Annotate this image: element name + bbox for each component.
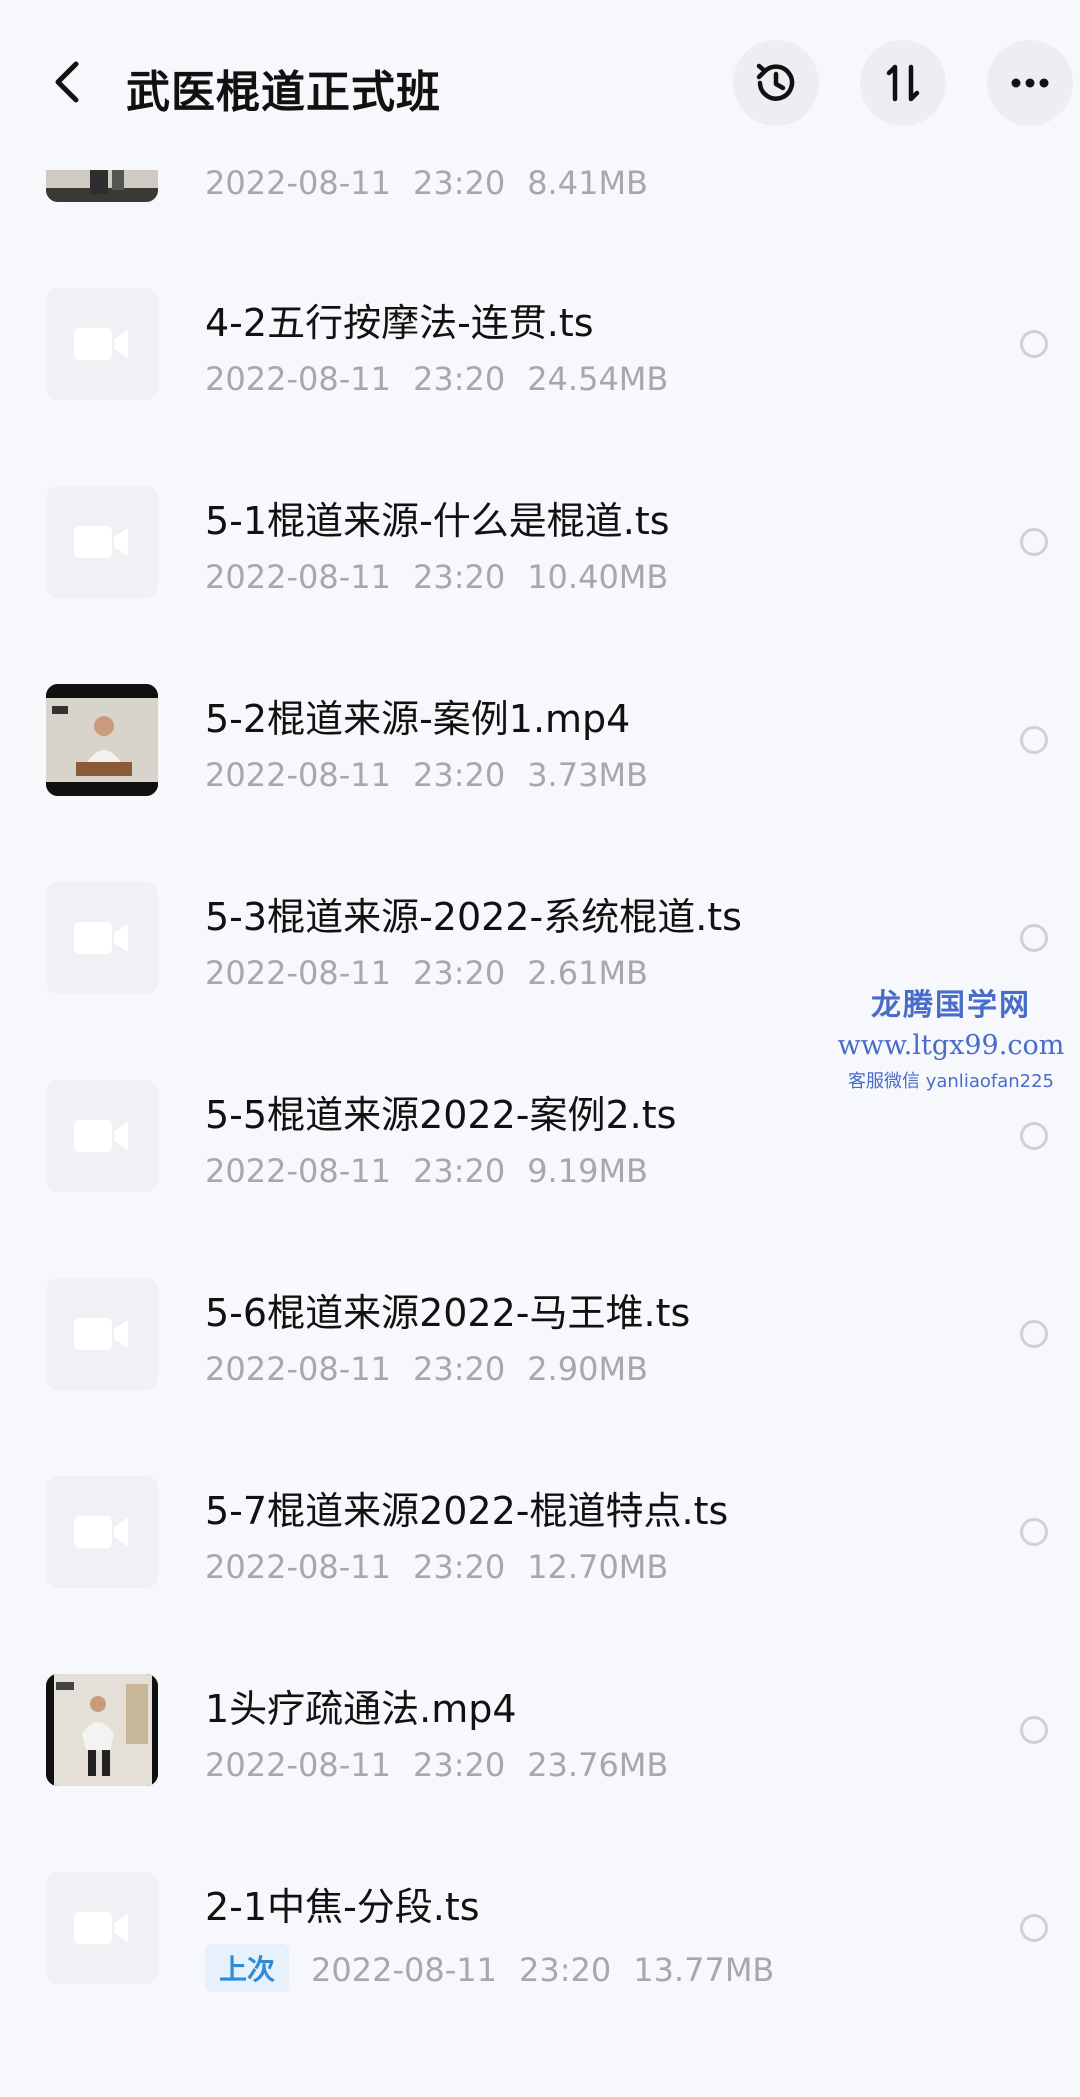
video-camera-icon bbox=[74, 1516, 128, 1548]
video-camera-icon bbox=[74, 1318, 128, 1350]
history-button[interactable] bbox=[733, 40, 819, 126]
file-meta: 2022-08-11 23:20 10.40MB bbox=[205, 558, 669, 596]
select-radio[interactable] bbox=[1020, 924, 1048, 952]
watermark: 龙腾国学网 www.ltgx99.com 客服微信 yanliaofan225 bbox=[826, 980, 1076, 1093]
more-dots-icon bbox=[1011, 78, 1049, 88]
list-item[interactable]: 4-2五行按摩法-连贯.ts 2022-08-11 23:20 24.54MB bbox=[0, 280, 1080, 478]
select-radio[interactable] bbox=[1020, 726, 1048, 754]
list-item[interactable]: 1头疗疏通法.mp4 2022-08-11 23:20 23.76MB bbox=[0, 1666, 1080, 1864]
back-button[interactable] bbox=[38, 52, 98, 112]
video-camera-icon bbox=[74, 328, 128, 360]
file-name: 4-2五行按摩法-连贯.ts bbox=[205, 301, 594, 345]
select-radio[interactable] bbox=[1020, 1122, 1048, 1150]
file-name: 5-2棍道来源-案例1.mp4 bbox=[205, 697, 631, 741]
file-name: 2-1中焦-分段.ts bbox=[205, 1885, 480, 1929]
list-item[interactable]: 5-5棍道来源2022-案例2.ts 2022-08-11 23:20 9.19MB bbox=[0, 1072, 1080, 1270]
file-meta: 上次 2022-08-11 23:20 13.77MB bbox=[205, 1944, 796, 1992]
select-radio[interactable] bbox=[1020, 1914, 1048, 1942]
watermark-contact: 客服微信 yanliaofan225 bbox=[848, 1071, 1054, 1092]
video-thumbnail bbox=[46, 1080, 158, 1192]
last-played-badge: 上次 bbox=[205, 1944, 290, 1992]
file-name: 1头疗疏通法.mp4 bbox=[205, 1687, 517, 1731]
video-thumbnail bbox=[46, 288, 158, 400]
video-thumbnail bbox=[46, 1278, 158, 1390]
select-radio[interactable] bbox=[1020, 1518, 1048, 1546]
video-camera-icon bbox=[74, 526, 128, 558]
video-camera-icon bbox=[74, 1120, 128, 1152]
file-meta: 2022-08-11 23:20 3.73MB bbox=[205, 756, 648, 794]
file-meta: 2022-08-11 23:20 9.19MB bbox=[205, 1152, 648, 1190]
select-radio[interactable] bbox=[1020, 1716, 1048, 1744]
file-name: 5-3棍道来源-2022-系统棍道.ts bbox=[205, 895, 742, 939]
history-icon bbox=[756, 63, 795, 101]
chevron-left-icon bbox=[55, 61, 79, 103]
list-item[interactable]: 5-1棍道来源-什么是棍道.ts 2022-08-11 23:20 10.40MB bbox=[0, 478, 1080, 676]
page-title: 武医棍道正式班 bbox=[126, 67, 441, 118]
list-item[interactable]: 2-1中焦-分段.ts 上次 2022-08-11 23:20 13.77MB bbox=[0, 1864, 1080, 2062]
list-item[interactable]: 5-6棍道来源2022-马王堆.ts 2022-08-11 23:20 2.90MB bbox=[0, 1270, 1080, 1468]
select-radio[interactable] bbox=[1020, 1320, 1048, 1348]
select-radio[interactable] bbox=[1020, 330, 1048, 358]
more-button[interactable] bbox=[987, 40, 1073, 126]
file-meta: 2022-08-11 23:20 2.90MB bbox=[205, 1350, 648, 1388]
file-meta: 2022-08-11 23:20 24.54MB bbox=[205, 360, 669, 398]
video-camera-icon bbox=[74, 922, 128, 954]
file-name: 5-7棍道来源2022-棍道特点.ts bbox=[205, 1489, 729, 1533]
sort-icon bbox=[886, 64, 920, 102]
top-bar: 武医棍道正式班 bbox=[0, 0, 1080, 170]
file-name: 5-6棍道来源2022-马王堆.ts bbox=[205, 1291, 691, 1335]
video-thumbnail bbox=[46, 486, 158, 598]
video-camera-icon bbox=[74, 1912, 128, 1944]
file-meta: 2022-08-11 23:20 23.76MB bbox=[205, 1746, 669, 1784]
list-item[interactable]: 5-7棍道来源2022-棍道特点.ts 2022-08-11 23:20 12.70… bbox=[0, 1468, 1080, 1666]
video-thumbnail bbox=[46, 882, 158, 994]
watermark-url: www.ltgx99.com bbox=[837, 1030, 1065, 1061]
sort-button[interactable] bbox=[860, 40, 946, 126]
video-thumbnail bbox=[46, 1476, 158, 1588]
file-meta: 2022-08-11 23:20 12.70MB bbox=[205, 1548, 669, 1586]
video-thumbnail bbox=[46, 1872, 158, 1984]
list-item[interactable]: 5-2棍道来源-案例1.mp4 2022-08-11 23:20 3.73MB bbox=[0, 676, 1080, 874]
select-radio[interactable] bbox=[1020, 528, 1048, 556]
watermark-title: 龙腾国学网 bbox=[871, 988, 1031, 1023]
file-name: 5-5棍道来源2022-案例2.ts bbox=[205, 1093, 677, 1137]
video-thumbnail bbox=[46, 1674, 158, 1786]
video-thumbnail bbox=[46, 684, 158, 796]
file-name: 5-1棍道来源-什么是棍道.ts bbox=[205, 499, 670, 543]
file-meta: 2022-08-11 23:20 2.61MB bbox=[205, 954, 648, 992]
